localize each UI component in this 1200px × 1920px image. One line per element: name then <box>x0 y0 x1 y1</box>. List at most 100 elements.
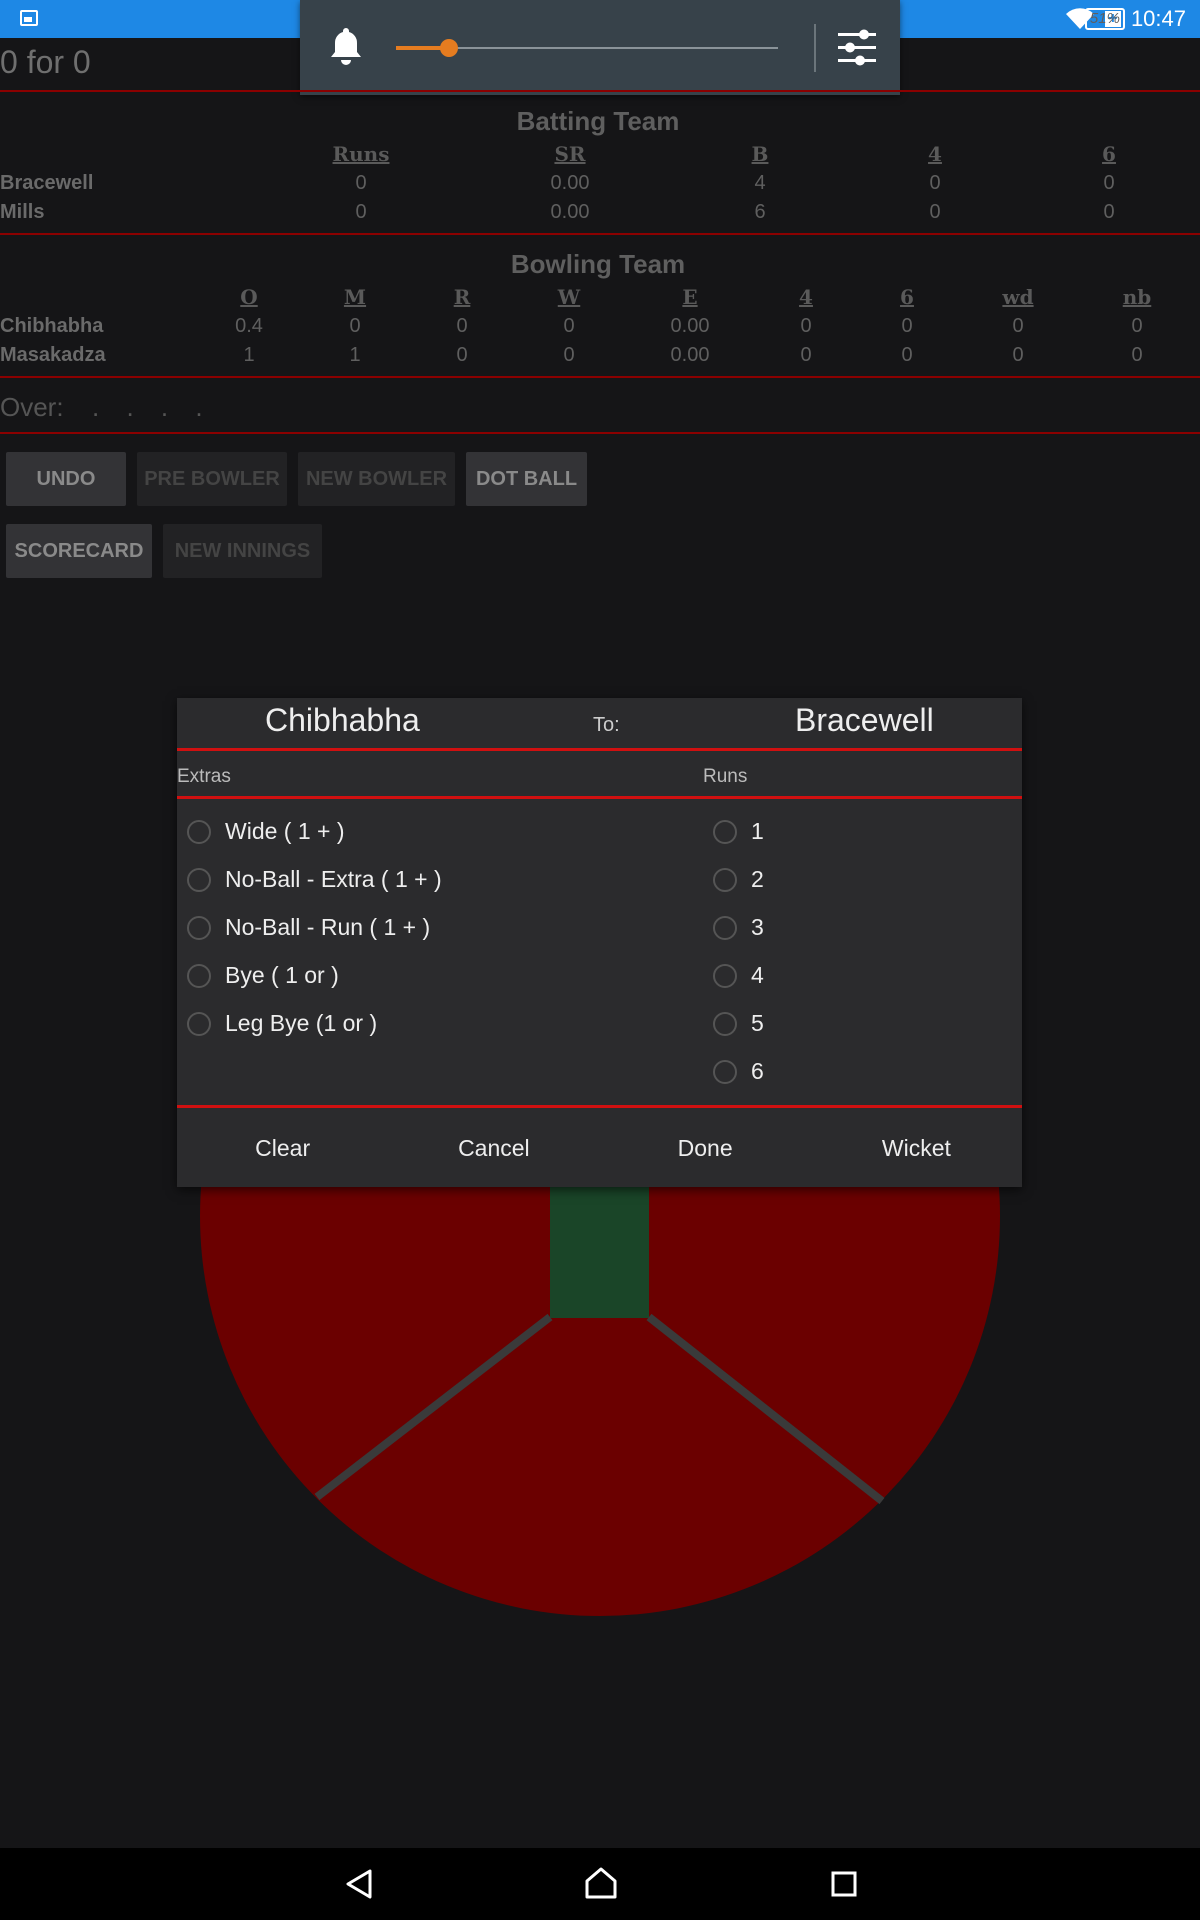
bowling-cell: 0 <box>456 344 468 366</box>
navigation-bar <box>0 1848 1200 1920</box>
bowling-cell: 0 <box>563 344 575 366</box>
over-balls: . . . . <box>92 392 213 422</box>
delivery-dialog: Chibhabha To: Bracewell Extras Runs Wide… <box>177 698 1022 1187</box>
extra-option-label: No-Ball - Extra ( 1 + ) <box>225 866 442 892</box>
extra-option-noball-run[interactable]: No-Ball - Run ( 1 + ) <box>187 914 430 941</box>
over-label: Over: <box>0 392 64 422</box>
batting-cell: 0 <box>355 172 367 194</box>
radio-button[interactable] <box>187 963 211 988</box>
run-option-3[interactable]: 3 <box>713 914 764 941</box>
bowling-col-o: O <box>240 285 258 309</box>
divider <box>177 796 1022 799</box>
scorecard-button[interactable]: SCORECARD <box>6 524 152 578</box>
back-icon[interactable] <box>344 1868 374 1900</box>
batting-cell: 6 <box>754 201 766 223</box>
bowling-col-4: 4 <box>799 285 813 309</box>
bowling-col-e: E <box>682 285 698 309</box>
extra-option-bye[interactable]: Bye ( 1 or ) <box>187 962 339 989</box>
batting-cell: 0 <box>929 172 941 194</box>
extra-option-label: No-Ball - Run ( 1 + ) <box>225 914 431 940</box>
batting-col-4: 4 <box>928 142 942 166</box>
cancel-button[interactable]: Cancel <box>388 1110 599 1187</box>
extra-option-leg-bye[interactable]: Leg Bye (1 or ) <box>187 1010 377 1037</box>
extra-option-wide[interactable]: Wide ( 1 + ) <box>187 818 345 845</box>
radio-button[interactable] <box>713 1011 737 1036</box>
run-option-label: 3 <box>751 914 764 940</box>
run-option-label: 1 <box>751 818 764 844</box>
volume-slider-thumb[interactable] <box>440 39 459 57</box>
bowling-cell: 0 <box>1012 315 1024 337</box>
divider <box>0 233 1200 235</box>
battery-charging-icon: 51% + <box>1084 8 1125 30</box>
bowling-cell: 0 <box>1012 344 1024 366</box>
bowling-cell: 1 <box>243 344 255 366</box>
wicket-button[interactable]: Wicket <box>811 1110 1022 1187</box>
bowling-col-nb: nb <box>1122 285 1152 309</box>
radio-button[interactable] <box>187 867 211 892</box>
new-bowler-button[interactable]: NEW BOWLER <box>298 452 455 506</box>
radio-button[interactable] <box>187 1011 211 1036</box>
bowling-cell: 0 <box>1131 315 1143 337</box>
divider <box>0 90 1200 92</box>
batsman-name: Mills <box>0 201 45 223</box>
image-icon <box>20 10 38 26</box>
undo-button[interactable]: UNDO <box>6 452 126 506</box>
batting-cell: 0 <box>1103 172 1115 194</box>
pre-bowler-button[interactable]: PRE BOWLER <box>137 452 287 506</box>
extra-option-noball-extra[interactable]: No-Ball - Extra ( 1 + ) <box>187 866 442 893</box>
volume-panel <box>300 0 900 95</box>
bowling-cell: 0 <box>901 344 913 366</box>
run-option-6[interactable]: 6 <box>713 1058 764 1085</box>
clear-button[interactable]: Clear <box>177 1110 388 1187</box>
batting-cell: 0 <box>929 201 941 223</box>
batting-col-b: B <box>751 142 769 166</box>
bowling-cell: 0 <box>1131 344 1143 366</box>
batting-cell: 0 <box>355 201 367 223</box>
sliders-icon[interactable] <box>836 28 878 68</box>
run-option-label: 2 <box>751 866 764 892</box>
dot-ball-button[interactable]: DOT BALL <box>466 452 587 506</box>
bowling-cell: 0 <box>800 315 812 337</box>
bowling-cell: 0 <box>563 315 575 337</box>
divider <box>177 1105 1022 1108</box>
batsman-name: Bracewell <box>0 172 94 194</box>
volume-slider[interactable] <box>396 39 778 57</box>
bowling-cell: 1 <box>349 344 361 366</box>
batting-cell: 0 <box>1103 201 1115 223</box>
home-icon[interactable] <box>584 1866 618 1900</box>
run-option-4[interactable]: 4 <box>713 962 764 989</box>
run-option-label: 4 <box>751 962 764 988</box>
dialog-to-label: To: <box>593 714 620 736</box>
run-option-2[interactable]: 2 <box>713 866 764 893</box>
radio-button[interactable] <box>713 867 737 892</box>
innings-score: 0 for 0 <box>0 44 91 80</box>
radio-button[interactable] <box>713 963 737 988</box>
bell-icon[interactable] <box>328 26 364 66</box>
radio-button[interactable] <box>187 915 211 940</box>
bowling-cell: 0.00 <box>670 315 710 337</box>
extras-header: Extras <box>177 766 231 787</box>
done-button[interactable]: Done <box>600 1110 811 1187</box>
bowler-name: Chibhabha <box>0 315 104 337</box>
divider <box>814 24 816 72</box>
run-option-5[interactable]: 5 <box>713 1010 764 1037</box>
batting-col-sr: SR <box>554 142 586 166</box>
batting-cell: 4 <box>754 172 766 194</box>
run-option-label: 5 <box>751 1010 764 1036</box>
clock: 10:47 <box>1130 6 1186 31</box>
radio-button[interactable] <box>187 819 211 844</box>
radio-button[interactable] <box>713 915 737 940</box>
bowling-cell: 0.00 <box>670 344 710 366</box>
dialog-bowler-name: Chibhabha <box>265 702 420 738</box>
extra-option-label: Wide ( 1 + ) <box>225 818 345 844</box>
recents-icon[interactable] <box>830 1870 858 1898</box>
radio-button[interactable] <box>713 819 737 844</box>
radio-button[interactable] <box>713 1059 737 1084</box>
battery-level: 51% <box>1084 8 1125 30</box>
bowling-cell: 0.4 <box>235 315 263 337</box>
bowling-col-w: W <box>557 285 581 309</box>
batting-cell: 0.00 <box>550 201 590 223</box>
run-option-1[interactable]: 1 <box>713 818 764 845</box>
new-innings-button[interactable]: NEW INNINGS <box>163 524 322 578</box>
bowling-cell: 0 <box>901 315 913 337</box>
